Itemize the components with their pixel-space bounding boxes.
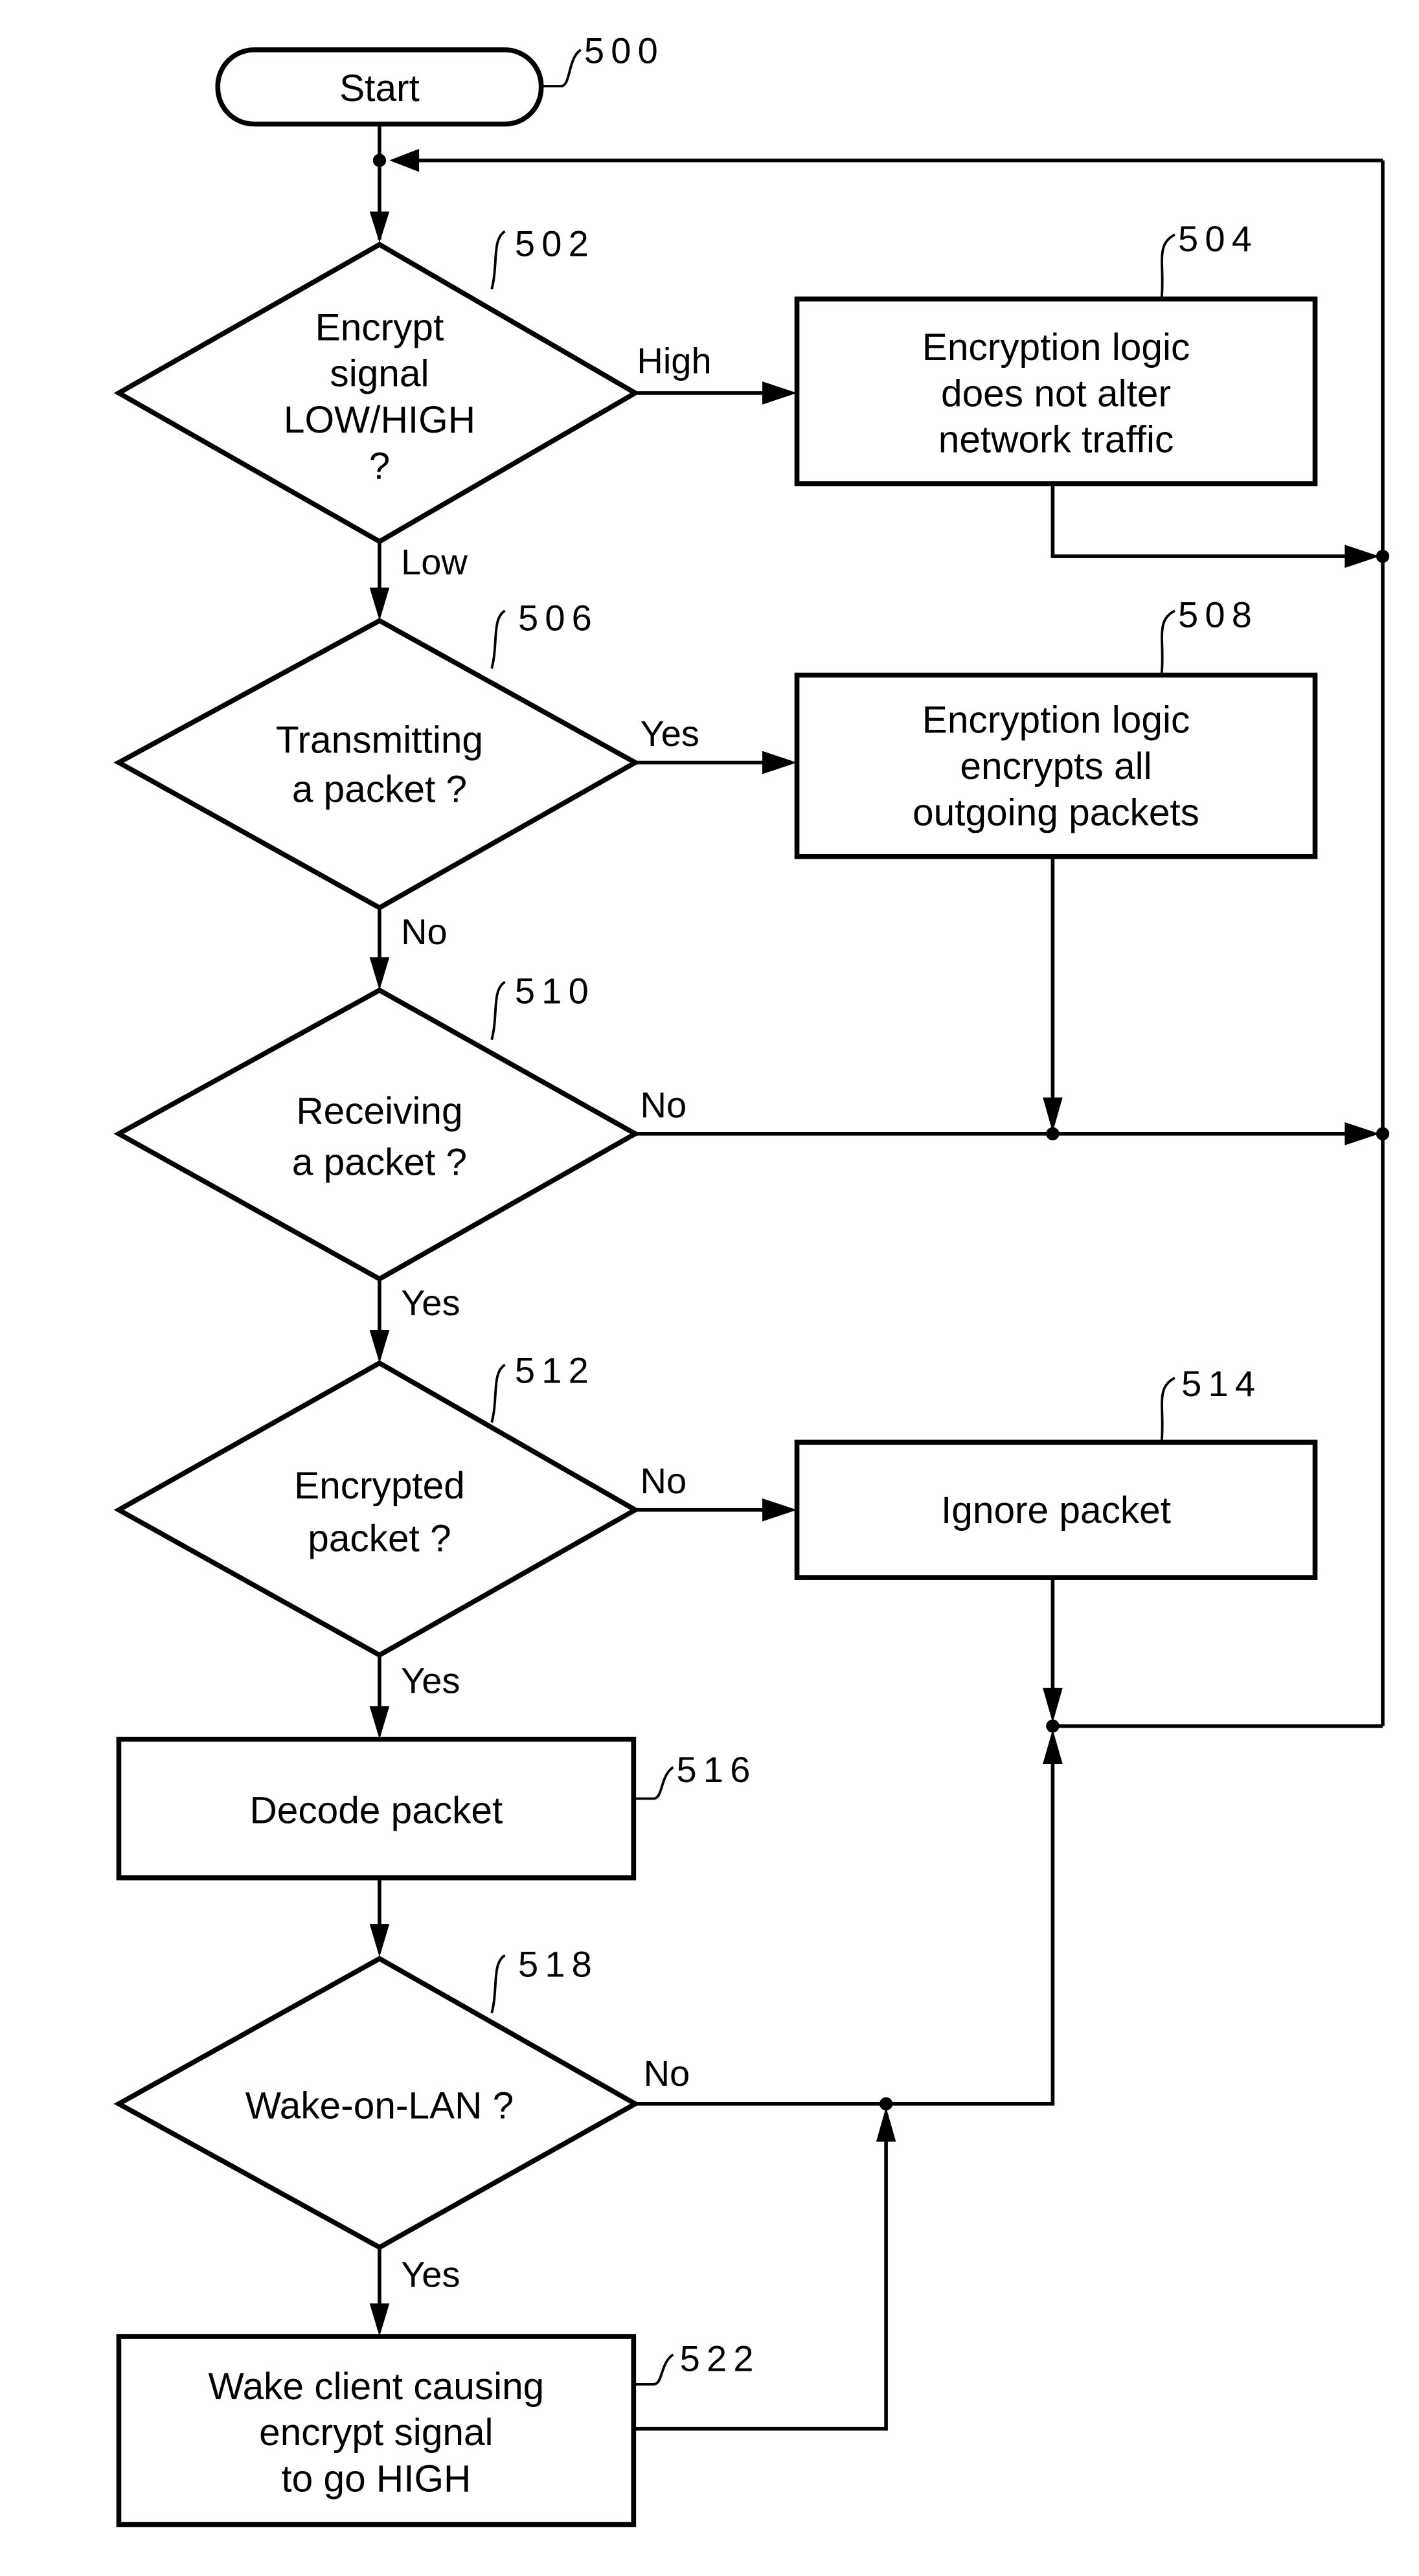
ref-510: 510 bbox=[515, 971, 595, 1011]
process-508-line-1: Encryption logic bbox=[922, 699, 1190, 741]
connector bbox=[1050, 484, 1350, 558]
process-522-line-1: Wake client causing bbox=[208, 2366, 544, 2408]
ref-500: 500 bbox=[584, 30, 664, 71]
decision-510-line-2: a packet ? bbox=[292, 1141, 467, 1183]
leader-line bbox=[490, 1363, 506, 1423]
process-514: Ignore packet bbox=[794, 1440, 1318, 1580]
arrow-head bbox=[1345, 545, 1379, 568]
decision-502-line-1: Encrypt bbox=[315, 306, 444, 348]
process-516: Decode packet bbox=[116, 1736, 637, 1881]
arrow-head bbox=[762, 381, 797, 405]
process-508-line-3: outgoing packets bbox=[913, 791, 1199, 833]
junction-dot bbox=[1376, 1127, 1390, 1140]
ref-506: 506 bbox=[518, 598, 598, 638]
decision-502-line-2: signal bbox=[330, 353, 429, 395]
ref-508: 508 bbox=[1178, 594, 1258, 635]
decision-512: Encrypted packet ? bbox=[113, 1360, 641, 1658]
process-522-line-3: to go HIGH bbox=[281, 2458, 471, 2500]
decision-510: Receiving a packet ? bbox=[113, 987, 641, 1282]
process-504: Encryption logic does not alter network … bbox=[794, 296, 1318, 486]
decision-506-line-1: Transmitting bbox=[276, 719, 483, 761]
start-label: Start bbox=[339, 67, 420, 109]
decision-502-line-4: ? bbox=[369, 445, 391, 487]
arrow-head bbox=[369, 587, 390, 621]
edge-label-no: No bbox=[640, 1460, 687, 1501]
edge-label-no: No bbox=[640, 1084, 687, 1125]
arrow-head bbox=[1345, 1122, 1379, 1146]
ref-518: 518 bbox=[518, 1944, 598, 1985]
flowchart: Start 500 Encrypt signal LOW/HIGH ? 502 … bbox=[113, 30, 1390, 2527]
arrow-head bbox=[369, 1924, 390, 1958]
decision-506-line-2: a packet ? bbox=[292, 769, 467, 811]
leader-line bbox=[541, 49, 582, 87]
arrow-head bbox=[369, 957, 390, 991]
leader-line bbox=[1160, 1377, 1175, 1443]
process-522: Wake client causing encrypt signal to go… bbox=[116, 2334, 637, 2527]
leader-line bbox=[1160, 233, 1175, 299]
arrow-head bbox=[762, 1498, 797, 1522]
decision-510-line-1: Receiving bbox=[296, 1090, 462, 1133]
ref-514: 514 bbox=[1181, 1363, 1262, 1404]
decision-518: Wake-on-LAN ? bbox=[113, 1956, 641, 2250]
leader-line bbox=[633, 2353, 674, 2386]
connector bbox=[635, 2059, 1055, 2106]
decision-502: Encrypt signal LOW/HIGH ? bbox=[113, 242, 641, 545]
edge-label-yes: Yes bbox=[401, 1282, 460, 1323]
ref-522: 522 bbox=[680, 2338, 760, 2379]
process-522-line-2: encrypt signal bbox=[259, 2412, 493, 2454]
edge-label-yes: Yes bbox=[401, 2254, 460, 2295]
arrow-head bbox=[1043, 1729, 1063, 1765]
ref-512: 512 bbox=[515, 1350, 595, 1390]
process-516-line-1: Decode packet bbox=[249, 1790, 503, 1832]
decision-518-line-1: Wake-on-LAN ? bbox=[245, 2085, 514, 2127]
decision-512-line-2: packet ? bbox=[308, 1517, 451, 1559]
arrow-head bbox=[1043, 1688, 1063, 1723]
leader-line bbox=[633, 1766, 674, 1800]
leader-line bbox=[490, 609, 506, 669]
arrow-head bbox=[389, 148, 420, 172]
arrow-head bbox=[369, 1706, 390, 1739]
leader-line bbox=[490, 1954, 506, 2014]
decision-502-line-3: LOW/HIGH bbox=[284, 399, 475, 441]
ref-516: 516 bbox=[677, 1749, 757, 1790]
process-504-line-2: does not alter bbox=[941, 372, 1171, 414]
leader-line bbox=[1160, 609, 1175, 675]
junction-dot bbox=[372, 153, 387, 167]
arrow-head bbox=[1043, 1097, 1063, 1133]
process-508: Encryption logic encrypts all outgoing p… bbox=[794, 672, 1318, 859]
arrow-head bbox=[762, 751, 797, 774]
leader-line bbox=[490, 980, 506, 1041]
arrow-head bbox=[369, 211, 390, 243]
arrow-head bbox=[369, 1329, 390, 1363]
edge-label-no: No bbox=[401, 911, 448, 952]
leader-line bbox=[490, 230, 506, 289]
process-504-line-1: Encryption logic bbox=[922, 326, 1190, 368]
junction-dot bbox=[1376, 549, 1390, 563]
edge-label-high: High bbox=[637, 340, 711, 381]
decision-506: Transmitting a packet ? bbox=[113, 618, 641, 911]
decision-512-line-1: Encrypted bbox=[294, 1465, 465, 1507]
arrow-head bbox=[369, 2303, 390, 2337]
edge-label-yes: Yes bbox=[401, 1660, 460, 1700]
edge-label-no: No bbox=[644, 2053, 690, 2094]
start-node: Start bbox=[215, 47, 544, 127]
ref-502: 502 bbox=[515, 223, 595, 264]
edge-label-yes: Yes bbox=[640, 713, 699, 754]
process-508-line-2: encrypts all bbox=[960, 745, 1152, 787]
edge-label-low: Low bbox=[401, 541, 468, 582]
connector bbox=[633, 2141, 888, 2431]
arrow-head bbox=[876, 2107, 896, 2142]
process-504-line-3: network traffic bbox=[938, 419, 1174, 461]
process-514-line-1: Ignore packet bbox=[941, 1489, 1171, 1531]
ref-504: 504 bbox=[1178, 218, 1258, 259]
